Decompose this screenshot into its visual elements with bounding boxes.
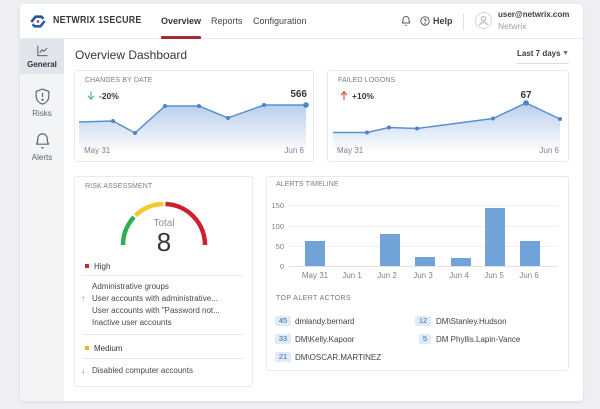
svg-text:67: 67 xyxy=(520,90,532,101)
svg-text:8: 8 xyxy=(157,227,171,257)
